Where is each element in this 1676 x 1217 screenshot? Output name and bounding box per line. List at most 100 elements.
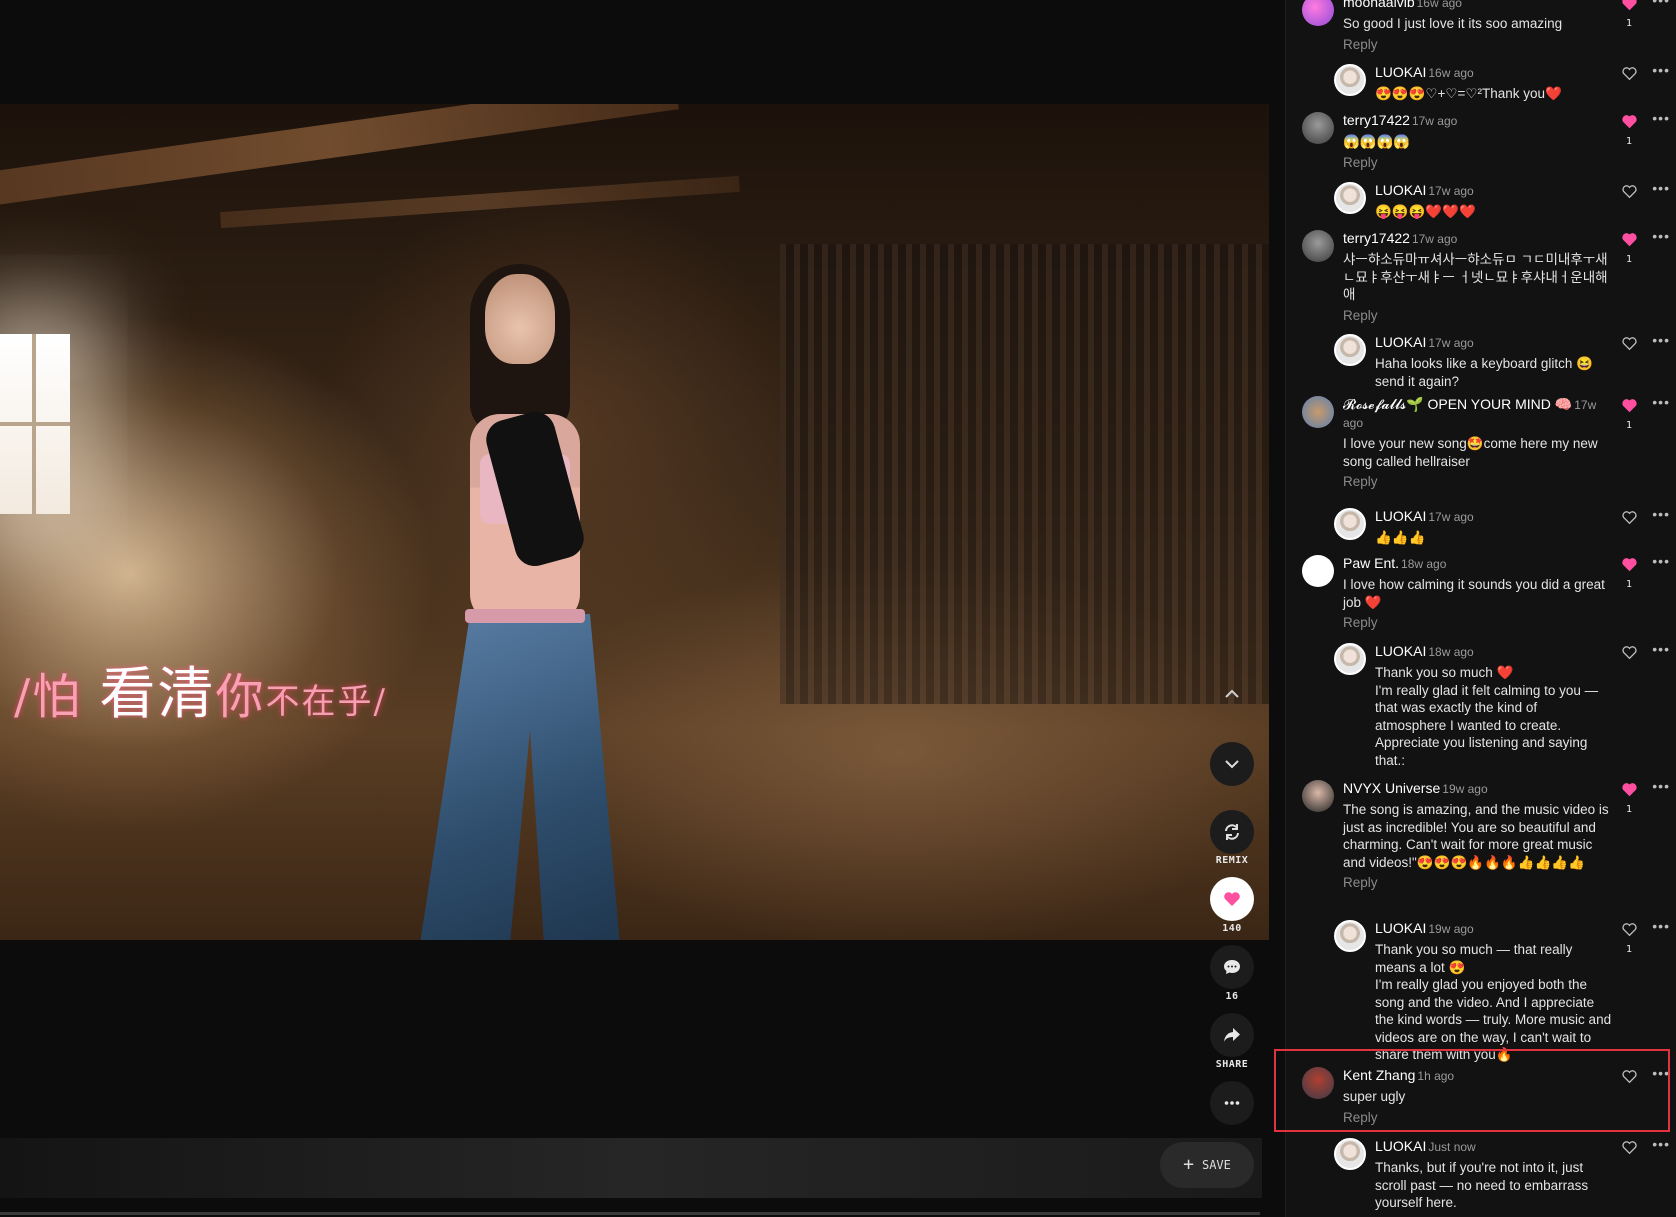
save-label: SAVE [1201,1158,1231,1172]
comment-more-icon[interactable]: ••• [1652,506,1670,522]
comment-more-icon[interactable]: ••• [1652,394,1670,410]
lyric-caption: /怕 看清你不在乎/ [14,649,387,730]
comment-like-button[interactable]: 1 [1620,557,1638,590]
comment-like-button[interactable] [1620,1140,1638,1160]
comment-like-button[interactable]: 1 [1620,0,1638,29]
like-button[interactable] [1210,877,1254,921]
avatar[interactable] [1334,508,1366,540]
comment-body: LUOKAI Just now Thanks, but if you're not … [1375,1138,1612,1212]
heart-icon [1621,185,1637,199]
comment-more-icon[interactable]: ••• [1652,918,1670,934]
comment-more-icon[interactable]: ••• [1652,778,1670,794]
comment-body: LUOKAI 16w ago 😍😍😍♡+♡=♡²Thank you❤️ [1375,64,1612,103]
heart-icon [1621,0,1637,11]
comment-text: I love your new song🤩come here my new so… [1343,436,1598,469]
video-stage: /怕 看清你不在乎/ REMIX 140 16 SHARE + SAVE [0,0,1285,1217]
comment-body: 𝓡𝓸𝓼𝓮𝓯𝓪𝓵𝓵𝓼🌱 OPEN YOUR MIND 🧠 17w ago I love… [1343,396,1612,489]
comment-author[interactable]: terry17422 [1343,230,1410,246]
comment-author[interactable]: LUOKAI [1375,1138,1426,1154]
comment-body: Paw Ent. 18w ago I love how calming it sou… [1343,555,1612,630]
comment-like-button[interactable]: 1 [1620,398,1638,431]
comment-count: 16 [1225,991,1239,1002]
save-button[interactable]: + SAVE [1160,1142,1254,1188]
comment-like-button[interactable]: 1 [1620,922,1638,955]
heart-icon [1621,646,1637,660]
comment-author[interactable]: LUOKAI [1375,334,1426,350]
comment-like-button[interactable]: 1 [1620,114,1638,147]
comment-more-icon[interactable]: ••• [1652,110,1670,126]
bottom-bar [0,1138,1262,1198]
share-label: SHARE [1215,1059,1249,1070]
avatar[interactable] [1302,780,1334,812]
avatar[interactable] [1302,555,1334,587]
avatar[interactable] [1302,0,1334,26]
avatar[interactable] [1334,64,1366,96]
video-player[interactable]: /怕 看清你不在乎/ [0,104,1269,940]
more-options-button[interactable] [1210,1081,1254,1125]
reply-link[interactable]: Reply [1343,155,1612,170]
share-button[interactable] [1210,1013,1254,1057]
comment-text: 😱😱😱😱 [1343,134,1411,149]
comment-author[interactable]: 𝓡𝓸𝓼𝓮𝓯𝓪𝓵𝓵𝓼🌱 OPEN YOUR MIND 🧠 [1343,396,1572,412]
comment-text: Haha looks like a keyboard glitch 😆 send… [1375,356,1593,389]
progress-track [0,1212,1260,1215]
reply-link[interactable]: Reply [1343,37,1612,52]
comment-like-button[interactable] [1620,510,1638,530]
comment-author[interactable]: LUOKAI [1375,508,1426,524]
comment-time: 18w ago [1401,557,1447,571]
comment-author[interactable]: terry17422 [1343,112,1410,128]
remix-button[interactable] [1210,810,1254,854]
heart-icon [1621,399,1637,413]
comment-time: 18w ago [1428,645,1474,659]
like-count: 140 [1222,923,1242,934]
comment-more-icon[interactable]: ••• [1652,553,1670,569]
lyric-tail: 不在乎/ [265,682,387,722]
comment-author[interactable]: NVYX Universe [1343,780,1440,796]
comment-text: 샤ㅡ햐소듀마ㅠ셔사ㅡ햐소듀ㅁ ㄱㄷ미내후ㅜ새ㄴ묘ㅑ후샨ㅜ새ㅑㅡ ㅓ넷ㄴ묘ㅑ후샤내… [1343,252,1608,302]
comment-author[interactable]: Paw Ent. [1343,555,1399,571]
comment-more-icon[interactable]: ••• [1652,0,1670,8]
heart-icon [1621,783,1637,797]
comment-author[interactable]: LUOKAI [1375,182,1426,198]
comment-like-count: 1 [1625,420,1633,431]
warehouse-window [0,334,70,514]
comment-more-icon[interactable]: ••• [1652,1136,1670,1152]
avatar[interactable] [1334,334,1366,366]
heart-icon [1621,1141,1637,1155]
comment-like-button[interactable] [1620,66,1638,86]
avatar[interactable] [1334,1138,1366,1170]
comment-like-button[interactable] [1620,336,1638,356]
comment-like-button[interactable]: 1 [1620,232,1638,265]
comment-more-icon[interactable]: ••• [1652,180,1670,196]
comment-more-icon[interactable]: ••• [1652,641,1670,657]
avatar[interactable] [1302,230,1334,262]
reply-link[interactable]: Reply [1343,615,1612,630]
comment-time: 17w ago [1428,336,1474,350]
reply-link[interactable]: Reply [1343,875,1612,890]
comment-author[interactable]: moonaalvib [1343,0,1415,10]
comment-body: LUOKAI 18w ago Thank you so much ❤️ I'm re… [1375,643,1612,769]
comment-author[interactable]: LUOKAI [1375,920,1426,936]
avatar[interactable] [1334,182,1366,214]
avatar[interactable] [1334,643,1366,675]
comments-panel[interactable]: moonaalvib 16w ago So good I just love it … [1285,0,1676,1217]
next-video-button[interactable] [1210,742,1254,786]
ellipsis-icon [1224,1101,1240,1105]
avatar[interactable] [1302,112,1334,144]
comment-more-icon[interactable]: ••• [1652,332,1670,348]
comment-like-button[interactable] [1620,645,1638,665]
comment-author[interactable]: LUOKAI [1375,643,1426,659]
previous-video-button[interactable] [1210,672,1254,716]
comment-body: LUOKAI 17w ago 😝😝😝❤️❤️❤️ [1375,182,1612,221]
comments-button[interactable] [1210,945,1254,989]
avatar[interactable] [1334,920,1366,952]
avatar[interactable] [1302,396,1334,428]
comment-more-icon[interactable]: ••• [1652,228,1670,244]
heart-icon [1621,115,1637,129]
reply-link[interactable]: Reply [1343,474,1612,489]
comment-author[interactable]: LUOKAI [1375,64,1426,80]
comment-more-icon[interactable]: ••• [1652,62,1670,78]
reply-link[interactable]: Reply [1343,308,1612,323]
comment-like-button[interactable]: 1 [1620,782,1638,815]
comment-like-button[interactable] [1620,184,1638,204]
